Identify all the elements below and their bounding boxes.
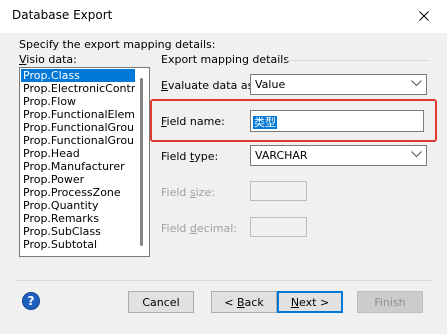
- field-decimal-label-rest: ecimal:: [196, 222, 237, 235]
- field-name-label-rest: ield name:: [166, 115, 225, 128]
- list-item[interactable]: Prop.FunctionalGroup: [21, 134, 135, 147]
- back-button-label: < Back: [224, 295, 264, 309]
- chevron-down-icon: [411, 151, 422, 158]
- field-decimal-input[interactable]: [250, 217, 307, 237]
- field-decimal-mnemonic: d: [189, 222, 197, 235]
- field-name-input[interactable]: 类型: [250, 110, 424, 132]
- field-type-label: Field type:: [161, 150, 218, 163]
- visio-data-label: Visio data:: [19, 53, 77, 66]
- field-type-label-start: Field: [161, 150, 190, 163]
- close-button[interactable]: [401, 0, 447, 32]
- list-item[interactable]: Prop.FunctionalGroup: [21, 121, 135, 134]
- window-title: Database Export: [12, 8, 113, 22]
- list-item[interactable]: Prop.ProcessZone: [21, 186, 135, 199]
- visio-data-list-items: Prop.Class Prop.ElectronicControl Prop.Flo…: [21, 69, 135, 251]
- mapping-group-line: [286, 60, 429, 61]
- field-name-selected-text: 类型: [253, 116, 277, 129]
- cancel-button[interactable]: Cancel: [128, 291, 194, 313]
- back-button[interactable]: < Back: [211, 291, 277, 313]
- database-export-dialog: Database Export Specify the export mappi…: [0, 0, 447, 334]
- field-type-label-rest: ype:: [194, 150, 219, 163]
- instructions-text: Specify the export mapping details:: [19, 38, 216, 51]
- finish-button[interactable]: Finish: [357, 291, 423, 313]
- next-button[interactable]: Next >: [277, 291, 343, 313]
- chevron-down-icon: [411, 80, 422, 87]
- mapping-group-title: Export mapping details: [161, 53, 290, 66]
- field-name-label: Field name:: [161, 115, 225, 128]
- title-bar: Database Export: [0, 0, 447, 33]
- list-item[interactable]: Prop.SubClass: [21, 225, 135, 238]
- list-item[interactable]: Prop.Quantity: [21, 199, 135, 212]
- help-button[interactable]: ?: [22, 292, 40, 310]
- field-size-label: Field size:: [161, 186, 215, 199]
- cancel-button-label: Cancel: [142, 295, 180, 309]
- list-item[interactable]: Prop.Subtotal: [21, 238, 135, 251]
- help-icon: ?: [27, 294, 35, 308]
- field-size-label-start: Field: [161, 186, 190, 199]
- evaluate-data-label: Evaluate data as:: [161, 79, 257, 92]
- field-name-value: 类型: [253, 114, 277, 130]
- list-scrollbar-thumb[interactable]: [140, 78, 143, 246]
- visio-data-list[interactable]: Prop.Class Prop.ElectronicControl Prop.Flo…: [19, 67, 150, 257]
- list-item[interactable]: Prop.Class: [21, 69, 135, 82]
- evaluate-data-select[interactable]: Value: [250, 74, 427, 95]
- list-item[interactable]: Prop.Flow: [21, 95, 135, 108]
- field-size-input[interactable]: [250, 181, 307, 201]
- evaluate-data-value: Value: [255, 78, 286, 91]
- field-decimal-label: Field decimal:: [161, 222, 237, 235]
- field-size-label-rest: ize:: [195, 186, 215, 199]
- list-item[interactable]: Prop.Power: [21, 173, 135, 186]
- list-item[interactable]: Prop.Remarks: [21, 212, 135, 225]
- evaluate-label-rest: valuate data as:: [167, 79, 258, 92]
- finish-button-label: Finish: [374, 295, 406, 309]
- next-mnemonic: N: [290, 295, 300, 309]
- field-type-select[interactable]: VARCHAR: [250, 145, 427, 166]
- list-item[interactable]: Prop.Head: [21, 147, 135, 160]
- list-item[interactable]: Prop.FunctionalElement: [21, 108, 135, 121]
- evaluate-mnemonic: E: [161, 79, 168, 92]
- back-mnemonic: B: [237, 295, 245, 309]
- field-type-value: VARCHAR: [255, 149, 308, 162]
- list-item[interactable]: Prop.Manufacturer: [21, 160, 135, 173]
- visio-data-label-rest: isio data:: [26, 53, 77, 66]
- list-item[interactable]: Prop.ElectronicControl: [21, 82, 135, 95]
- next-button-label: Next >: [290, 295, 330, 309]
- list-scrollbar[interactable]: [135, 69, 148, 255]
- field-decimal-label-start: Field: [161, 222, 190, 235]
- footer-separator: [15, 280, 432, 281]
- close-icon: [419, 11, 429, 21]
